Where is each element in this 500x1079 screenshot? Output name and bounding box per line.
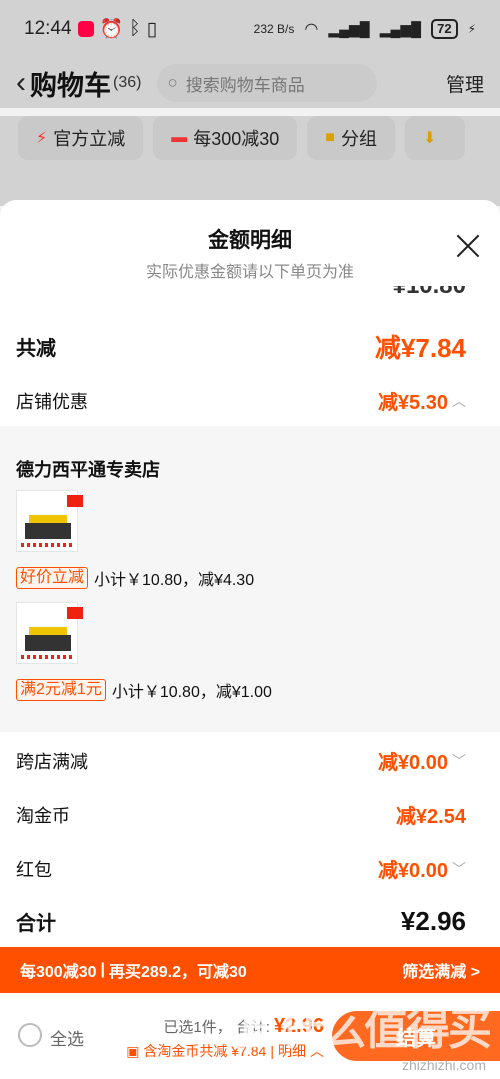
cross-store-value: 减¥0.00 [377,752,448,774]
promo-left: 每300减30 [20,964,97,981]
item-subtotal: 小计￥10.80，减¥1.00 [111,684,272,701]
nav-bar: ‹ 购物车 (36) ○ 搜索购物车商品 管理 [0,58,500,108]
item-promo-line: 好价立减 小计￥10.80，减¥4.30 [16,566,254,590]
item-promo-line: 满2元减1元 小计￥10.80，减¥1.00 [16,678,272,702]
chevron-down-icon: ﹀ [452,752,466,769]
product-thumbnail[interactable] [16,490,83,552]
cart-search-input[interactable]: ○ 搜索购物车商品 [157,64,378,102]
filter-discount-link[interactable]: 筛选满减 > [402,958,480,982]
sum-label: 合计 [16,913,56,935]
redpacket-label: 红包 [16,859,52,880]
down-arrow-icon: ⬇ [422,130,437,147]
cross-store-row[interactable]: 跨店满减 减¥0.00 ﹀ [0,746,500,775]
total-discount-value: 减¥7.84 [374,333,466,363]
price-detail-sheet: 金额明细 实际优惠金额请以下单页为准 ¥10.80 共减 减¥7.84 店铺优惠… [0,200,500,947]
status-bar: 12:44 ⏰ ᛒ ▯ 232 B/s ◠ ▂▄▆█ ▂▄▆█ 72 ⚡ [0,0,500,58]
coin-value: 减¥2.54 [395,806,466,828]
net-speed: 232 B/s [253,22,295,36]
chip-300-minus-30[interactable]: ▬ 每300减30 [153,116,298,160]
scrolled-value: ¥10.80 [393,286,466,300]
item-subtotal: 小计￥10.80，减¥4.30 [94,572,255,589]
filter-chips: ⚡ 官方立减 ▬ 每300减30 ■ 分组 ⬇ [0,116,500,166]
watermark-url: zhizhizhi.com [401,1057,486,1073]
chip-label: 官方立减 [53,129,126,149]
back-arrow-icon[interactable]: ‹ [16,66,26,100]
folder-icon: ■ [325,129,335,146]
cart-count: (36) [113,74,142,91]
chip-label: 每300减30 [193,129,280,149]
total-discount-row: 共减 减¥7.84 [0,328,500,365]
watermark-logo: 值 什么值得买 [227,1005,492,1054]
promo-bar: 每300减30 | 再买289.2，可减30 筛选满减 > [0,947,500,993]
select-all-radio[interactable] [18,1023,42,1047]
coin-row: 淘金币 减¥2.54 [0,800,500,829]
vibrate-icon: ▯ [146,18,158,40]
wifi-icon: ◠ [304,21,319,38]
sheet-subtitle: 实际优惠金额请以下单页为准 [145,264,354,281]
store-discount-panel: 德力西平通专卖店 好价立减 小计￥10.80，减¥4.30 满2元减1元 小计￥… [0,426,500,732]
promo-tag: 好价立减 [16,567,89,589]
redpacket-row[interactable]: 红包 减¥0.00 ﹀ [0,854,500,883]
coin-badge-icon: ▣ [126,1042,140,1059]
sheet-title: 金额明细 [208,229,292,252]
manage-button[interactable]: 管理 [446,70,484,97]
cross-store-label: 跨店满减 [16,751,88,772]
charging-icon: ⚡ [467,22,476,36]
close-icon[interactable] [456,234,480,258]
scrolled-row: ¥10.80 [0,286,500,300]
chevron-down-icon: ﹀ [452,860,466,877]
chip-more[interactable]: ⬇ [404,116,465,160]
store-name: 德力西平通专卖店 [16,460,160,480]
chevron-up-icon: ︿ [452,392,466,409]
signal-icon: ▂▄▆█ [328,20,370,37]
chip-official-discount[interactable]: ⚡ 官方立减 [18,116,144,160]
battery-icon: 72 [431,19,458,39]
chip-label: 分组 [340,129,377,149]
product-thumbnail[interactable] [16,602,83,664]
search-placeholder: 搜索购物车商品 [185,75,305,95]
bluetooth-icon: ᛒ [129,18,141,39]
selected-count: 已选1件， [163,1019,232,1036]
store-discount-label: 店铺优惠 [16,391,88,412]
status-time: 12:44 [24,18,72,39]
store-discount-row[interactable]: 店铺优惠 减¥5.30 ︿ [0,386,500,415]
redpacket-value: 减¥0.00 [377,860,448,882]
alarm-icon: ⏰ [99,19,124,40]
select-all-label[interactable]: 全选 [50,1025,84,1050]
coupon-icon: ▬ [171,129,188,146]
chip-group[interactable]: ■ 分组 [307,116,395,160]
page-title: 购物车 [30,70,111,101]
promo-tag: 满2元减1元 [16,679,106,701]
checkout-bar: 全选 已选1件， 合计: ¥2.96 ▣ 含淘金币共减 ¥7.84 | 明细 ︿… [0,993,500,1079]
coin-label: 淘金币 [16,805,70,826]
signal-icon-2: ▂▄▆█ [379,20,422,37]
promo-middle: 再买289.2，可减30 [108,964,247,981]
lightning-icon: ⚡ [36,130,48,147]
total-discount-label: 共减 [16,338,56,360]
store-discount-value: 减¥5.30 [377,392,448,414]
sum-value: ¥2.96 [400,906,466,936]
search-icon: ○ [167,73,178,92]
app-notification-icon [77,21,94,37]
sum-row: 合计 ¥2.96 [0,906,500,937]
